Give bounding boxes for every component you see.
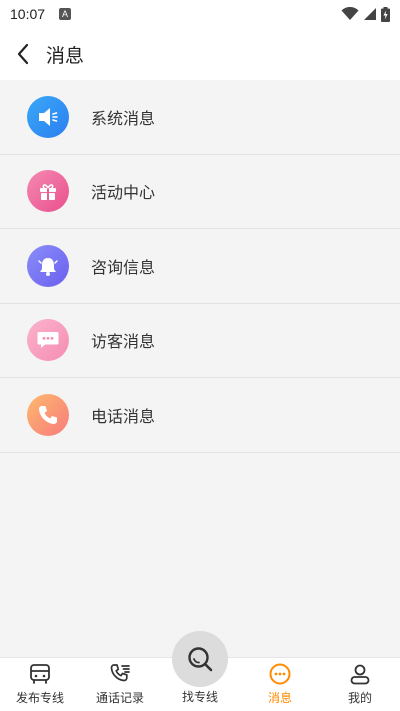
notification-a-icon: A (59, 8, 72, 20)
chevron-left-icon (17, 43, 29, 65)
list-item-activity-center[interactable]: 活动中心 (0, 154, 400, 229)
tab-messages[interactable]: 消息 (240, 658, 320, 711)
call-log-icon (110, 664, 130, 682)
tab-find-line-label: 找专线 (181, 690, 218, 704)
user-icon (350, 664, 370, 685)
battery-icon (381, 6, 390, 22)
bus-icon (30, 664, 50, 684)
page-title: 消息 (46, 44, 85, 67)
status-time: 10:07 (10, 6, 46, 22)
signal-icon (364, 8, 376, 20)
item-label: 访客消息 (91, 332, 156, 352)
tab-label: 发布专线 (15, 691, 64, 705)
search-icon (188, 647, 213, 672)
bell-icon (27, 244, 69, 287)
list-item-phone-messages[interactable]: 电话消息 (0, 378, 400, 453)
status-icons (341, 6, 390, 22)
tab-find-line[interactable] (172, 631, 228, 687)
header: 消息 (0, 28, 400, 80)
status-bar: 10:07 A (0, 0, 400, 28)
item-label: 系统消息 (91, 108, 156, 128)
list-item-visitor-messages[interactable]: 访客消息 (0, 303, 400, 378)
tab-label: 消息 (267, 691, 292, 705)
wifi-icon (341, 7, 359, 20)
tab-label: 通话记录 (95, 691, 144, 705)
list-item-system-messages[interactable]: 系统消息 (0, 80, 400, 155)
back-button[interactable] (0, 28, 46, 80)
chat-bubble-icon (27, 319, 69, 362)
list-item-inquiry-info[interactable]: 咨询信息 (0, 229, 400, 304)
speaker-icon (27, 95, 69, 138)
tab-call-log[interactable]: 通话记录 (80, 658, 160, 711)
message-category-list: 系统消息 活动中心 咨询信息 访客消息 电话消息 (0, 80, 400, 453)
tab-publish-line[interactable]: 发布专线 (0, 658, 80, 711)
tab-label: 我的 (347, 691, 372, 705)
message-icon (269, 663, 291, 685)
phone-icon (27, 393, 69, 436)
item-label: 活动中心 (91, 183, 156, 203)
item-label: 咨询信息 (91, 257, 156, 277)
item-label: 电话消息 (91, 406, 156, 426)
tab-mine[interactable]: 我的 (320, 658, 400, 711)
gift-icon (27, 170, 69, 213)
